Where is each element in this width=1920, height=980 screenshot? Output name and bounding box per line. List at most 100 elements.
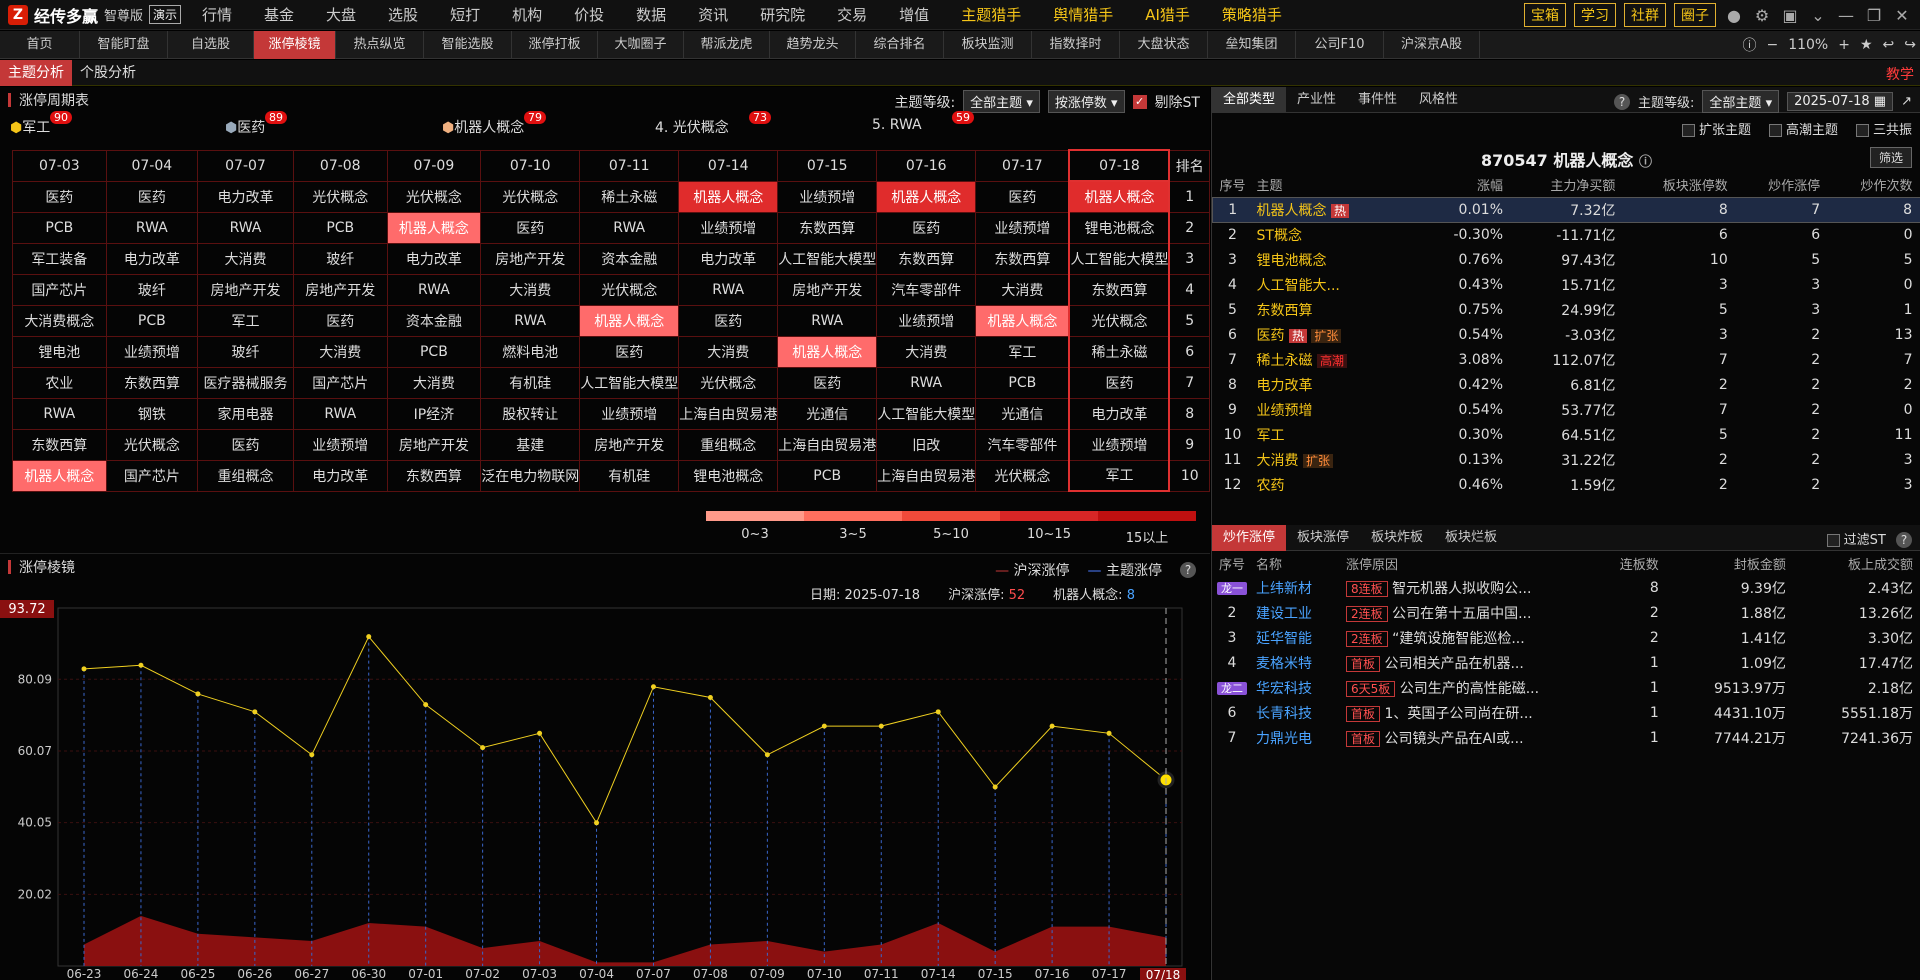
menu-item-1[interactable]: 基金: [248, 0, 310, 30]
cycle-cell[interactable]: 重组概念: [197, 459, 294, 492]
cycle-cell[interactable]: 锂电池概念: [1068, 211, 1171, 244]
limit-up-row[interactable]: 龙二 华宏科技 6天5板 公司生产的高性能磁... 1 9513.97万 2.18亿: [1212, 675, 1920, 700]
cycle-cell[interactable]: 有机硅: [579, 459, 680, 492]
cycle-cell[interactable]: 燃料电池: [480, 335, 581, 368]
theme-name[interactable]: 锂电池概念: [1257, 253, 1327, 269]
date-header[interactable]: 07-04: [105, 149, 199, 182]
legend-item[interactable]: 4. 光伏概念 73: [655, 111, 771, 137]
help-icon[interactable]: ?: [1614, 93, 1631, 110]
tab-5[interactable]: 智能选股: [424, 30, 512, 59]
cycle-cell[interactable]: 光伏概念: [579, 273, 680, 306]
theme-filter-checkbox[interactable]: 扩张主题: [1681, 119, 1751, 138]
cycle-cell[interactable]: PCB: [386, 335, 482, 368]
data-point[interactable]: [537, 730, 543, 736]
limit-up-row[interactable]: 龙一 上纬新材 8连板 智元机器人拟收购公... 8 9.39亿 2.43亿: [1212, 575, 1920, 600]
cycle-cell[interactable]: PCB: [292, 211, 388, 244]
menu-item-5[interactable]: 机构: [496, 0, 558, 30]
cycle-cell[interactable]: 机器人概念: [777, 335, 878, 368]
cycle-cell[interactable]: 业绩预增: [1068, 428, 1171, 461]
date-header[interactable]: 07-17: [975, 149, 1070, 182]
data-point[interactable]: [366, 634, 372, 640]
data-point[interactable]: [309, 752, 315, 758]
forward-icon[interactable]: ↪: [1904, 37, 1916, 53]
legend-item[interactable]: ⬢机器人概念 79: [442, 111, 546, 137]
menu-item-4[interactable]: 短打: [434, 0, 496, 30]
prism-chart[interactable]: 80.09 60.07 40.05 20.02 06-23 06-24 06-25 06-26…: [0, 600, 1210, 980]
type-tab[interactable]: 全部类型: [1212, 86, 1287, 113]
cycle-cell[interactable]: 业绩预增: [105, 335, 199, 368]
theme-row[interactable]: 10 军工 0.30% 64.51亿 5 2 11: [1213, 422, 1920, 447]
zoom-in-icon[interactable]: +: [1838, 37, 1850, 53]
cycle-cell[interactable]: 资本金融: [386, 304, 482, 337]
gear-icon[interactable]: ⚙: [1752, 6, 1772, 25]
legend-item[interactable]: 5. RWA 59: [872, 111, 974, 133]
theme-name[interactable]: 东数西算: [1257, 303, 1313, 319]
tab-6[interactable]: 涨停打板: [512, 30, 598, 59]
data-point[interactable]: [138, 662, 144, 668]
cycle-cell[interactable]: 业绩预增: [876, 304, 977, 337]
cycle-cell[interactable]: 机器人概念: [12, 459, 107, 492]
theme-col-header[interactable]: 主力净买额: [1511, 173, 1623, 197]
theme-row[interactable]: 6 医药 热 扩张 0.54% -3.03亿 3 2 13: [1213, 322, 1920, 347]
cycle-cell[interactable]: RWA: [777, 304, 878, 337]
cycle-cell[interactable]: 机器人概念: [876, 180, 977, 213]
cycle-cell[interactable]: 东数西算: [777, 211, 878, 244]
stock-name[interactable]: 建设工业: [1256, 606, 1312, 622]
date-header[interactable]: 07-07: [197, 149, 294, 182]
tab-11[interactable]: 板块监测: [944, 30, 1032, 59]
stock-name[interactable]: 麦格米特: [1256, 656, 1312, 672]
cycle-cell[interactable]: 东数西算: [975, 242, 1070, 275]
limit-up-col-header[interactable]: 封板金额: [1667, 551, 1794, 575]
zoom-out-icon[interactable]: −: [1766, 37, 1778, 53]
cycle-cell[interactable]: 锂电池概念: [678, 459, 779, 492]
cycle-cell[interactable]: 光伏概念: [386, 180, 482, 213]
theme-row[interactable]: 8 电力改革 0.42% 6.81亿 2 2 2: [1213, 372, 1920, 397]
theme-col-header[interactable]: 涨幅: [1423, 173, 1512, 197]
stock-name[interactable]: 力鼎光电: [1256, 731, 1312, 747]
data-point[interactable]: [764, 752, 770, 758]
cycle-cell[interactable]: PCB: [12, 211, 107, 244]
cycle-cell[interactable]: 医药: [975, 180, 1070, 213]
cycle-cell[interactable]: 业绩预增: [579, 397, 680, 430]
date-header[interactable]: 07-03: [12, 149, 107, 182]
tab-13[interactable]: 大盘状态: [1120, 30, 1208, 59]
menu-item-9[interactable]: 研究院: [744, 0, 821, 30]
menu-item-13[interactable]: 舆情猎手: [1037, 0, 1129, 30]
theme-col-header[interactable]: 主题: [1253, 173, 1423, 197]
cycle-cell[interactable]: 人工智能大模型: [579, 366, 680, 399]
data-point[interactable]: [650, 684, 656, 690]
theme-col-header[interactable]: 炒作涨停: [1736, 173, 1828, 197]
tab-15[interactable]: 公司F10: [1296, 30, 1384, 59]
cycle-cell[interactable]: 农业: [12, 366, 107, 399]
theme-row[interactable]: 3 锂电池概念 0.76% 97.43亿 10 5 5: [1213, 247, 1920, 272]
tab-8[interactable]: 帮派龙虎: [684, 30, 770, 59]
tab-1[interactable]: 智能盯盘: [80, 30, 168, 59]
treasure-button[interactable]: 宝箱: [1524, 3, 1566, 27]
cycle-cell[interactable]: 家用电器: [197, 397, 294, 430]
cycle-cell[interactable]: 大消费: [480, 273, 581, 306]
stock-name[interactable]: 上纬新材: [1256, 581, 1312, 597]
cycle-cell[interactable]: 光伏概念: [1068, 304, 1171, 337]
theme-row[interactable]: 12 农药 0.46% 1.59亿 2 2 3: [1213, 472, 1920, 497]
cycle-cell[interactable]: 电力改革: [1068, 397, 1171, 430]
cycle-cell[interactable]: 机器人概念: [579, 304, 680, 337]
menu-item-15[interactable]: 策略猎手: [1206, 0, 1298, 30]
stock-name[interactable]: 长青科技: [1256, 706, 1312, 722]
community-button[interactable]: 社群: [1624, 3, 1666, 27]
cycle-cell[interactable]: RWA: [197, 211, 294, 244]
limit-up-row[interactable]: 4 麦格米特 首板 公司相关产品在机器... 1 1.09亿 17.47亿: [1212, 650, 1920, 675]
limit-up-row[interactable]: 3 延华智能 2连板 “建筑设施智能巡检... 2 1.41亿 3.30亿: [1212, 625, 1920, 650]
cycle-cell[interactable]: 大消费: [197, 242, 294, 275]
cycle-cell[interactable]: 军工: [197, 304, 294, 337]
tab-12[interactable]: 指数择时: [1032, 30, 1120, 59]
data-point[interactable]: [423, 702, 429, 708]
date-header[interactable]: 07-10: [480, 149, 581, 182]
circle-button[interactable]: 圈子: [1674, 3, 1716, 27]
theme-filter-checkbox[interactable]: 高潮主题: [1768, 119, 1838, 138]
cycle-cell[interactable]: 房地产开发: [197, 273, 294, 306]
limit-up-reason[interactable]: 公司相关产品在机器...: [1384, 656, 1523, 672]
theme-name[interactable]: ST概念: [1257, 228, 1302, 244]
cycle-cell[interactable]: RWA: [292, 397, 388, 430]
cycle-cell[interactable]: 光通信: [777, 397, 878, 430]
limit-up-reason[interactable]: 公司在第十五届中国...: [1392, 606, 1531, 622]
